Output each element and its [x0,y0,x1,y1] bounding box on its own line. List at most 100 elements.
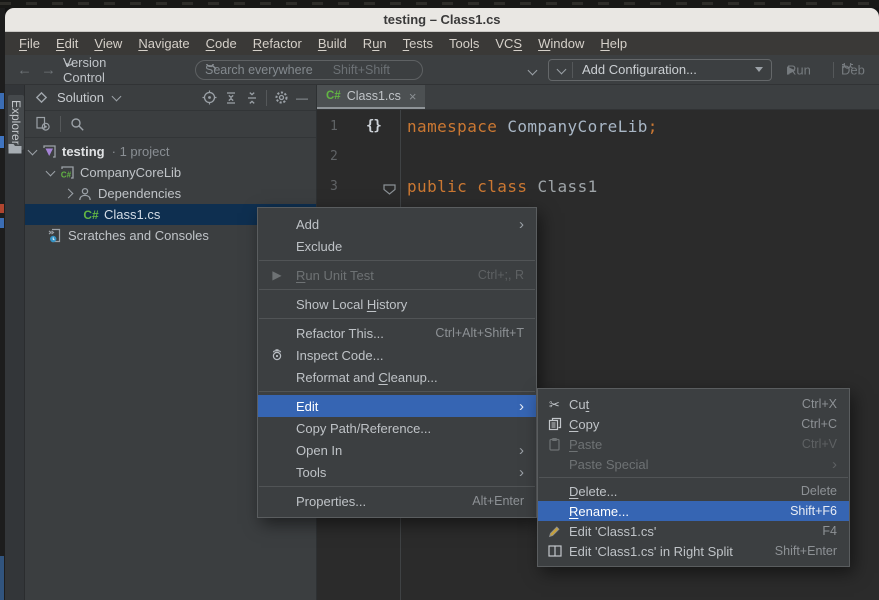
select-opened-file-icon[interactable] [35,116,51,132]
context-menu-item-refactor-this[interactable]: Refactor This... Ctrl+Alt+Shift+T [258,322,536,344]
split-view-icon [547,545,562,557]
tool-window-strip: Explorer [5,85,25,600]
search-shortcut: Shift+Shift [333,63,390,77]
submenu-arrow-icon: › [519,465,524,480]
paste-icon [547,437,562,451]
scissors-icon: ✂ [547,398,562,411]
context-menu: Add › Exclude ▶ Run Unit Test Ctrl+;, R … [257,207,537,518]
menu-help[interactable]: Help [592,34,635,53]
locate-target-icon[interactable] [202,90,217,105]
menu-view[interactable]: View [86,34,130,53]
scope-selector[interactable]: Solution [57,90,104,105]
divider [60,116,61,132]
edit-submenu: ✂ Cut Ctrl+X Copy Ctrl+C Paste Ctrl+V Pa… [537,388,850,567]
tab-class1[interactable]: C# Class1.cs × [317,85,425,109]
menu-separator [259,391,535,392]
desktop-mark [0,556,4,600]
submenu-item-copy[interactable]: Copy Ctrl+C [538,414,849,434]
menu-window[interactable]: Window [530,34,592,53]
code-line: 2 [317,141,879,171]
menu-build[interactable]: Build [310,34,355,53]
context-menu-item-edit[interactable]: Edit › [258,395,536,417]
dependencies-icon [77,187,93,201]
submenu-item-edit-class1-right-split[interactable]: Edit 'Class1.cs' in Right Split Shift+En… [538,541,849,561]
csharp-file-icon: C# [83,208,99,222]
menubar: File Edit View Navigate Code Refactor Bu… [5,32,879,55]
forward-icon[interactable]: → [41,61,56,78]
folder-icon[interactable] [7,141,23,155]
context-menu-item-run-unit-test[interactable]: ▶ Run Unit Test Ctrl+;, R [258,264,536,286]
context-menu-item-show-local-history[interactable]: Show Local History [258,293,536,315]
inspect-code-icon [268,348,286,362]
context-menu-item-reformat-and-cleanup[interactable]: Reformat and Cleanup... [258,366,536,388]
search-placeholder: Search everywhere [205,63,313,77]
desktop-mark [0,93,4,109]
menu-separator [259,486,535,487]
scope-chevron-icon[interactable] [112,91,122,101]
context-menu-item-add[interactable]: Add › [258,213,536,235]
fold-region-icon[interactable] [383,184,396,195]
tree-item-dependencies[interactable]: Dependencies [25,183,316,204]
svg-text:C#: C# [61,171,72,180]
context-menu-item-inspect-code[interactable]: Inspect Code... [258,344,536,366]
menu-separator [259,260,535,261]
context-menu-item-tools[interactable]: Tools › [258,461,536,483]
build-dropdown-chevron[interactable] [528,65,538,75]
config-chevron-icon [557,65,567,75]
search-icon [205,64,217,76]
menu-separator [259,289,535,290]
context-menu-item-properties[interactable]: Properties... Alt+Enter [258,490,536,512]
menu-tools[interactable]: Tools [441,34,487,53]
editor-tabbar: C# Class1.cs × [317,85,879,110]
submenu-item-paste-special[interactable]: Paste Special › [538,454,849,474]
submenu-arrow-icon: › [832,457,837,472]
menu-refactor[interactable]: Refactor [245,34,310,53]
solution-scope-icon [35,91,48,104]
submenu-arrow-icon: › [519,217,524,232]
desktop-mark [0,218,4,228]
menu-tests[interactable]: Tests [395,34,441,53]
submenu-item-edit-class1[interactable]: Edit 'Class1.cs' F4 [538,521,849,541]
copy-icon [547,417,562,431]
tree-item-companycorelib[interactable]: C# CompanyCoreLib [25,162,316,183]
chevron-right-icon[interactable] [64,189,74,199]
menu-code[interactable]: Code [198,34,245,53]
submenu-item-rename[interactable]: Rename... Shift+F6 [538,501,849,521]
build-hammer-icon[interactable] [505,62,521,78]
close-icon[interactable]: × [409,89,417,104]
back-icon[interactable]: ← [17,61,32,78]
menu-separator [259,318,535,319]
code-line: 1 {} namespace CompanyCoreLib; [317,111,879,141]
chevron-down-icon[interactable] [46,166,56,176]
gear-icon[interactable] [274,90,289,105]
menu-file[interactable]: File [11,34,48,53]
window-title: testing – Class1.cs [383,12,500,27]
expand-all-icon[interactable] [224,91,238,105]
context-menu-item-copy-path-reference[interactable]: Copy Path/Reference... [258,417,536,439]
submenu-arrow-icon: › [519,399,524,414]
braces-icon: {} [366,118,381,134]
submenu-item-paste[interactable]: Paste Ctrl+V [538,434,849,454]
titlebar: testing – Class1.cs [5,8,879,32]
panel-toolbar [25,111,316,138]
collapse-all-icon[interactable] [245,91,259,105]
menu-run[interactable]: Run [355,34,395,53]
pencil-icon [547,525,562,538]
solution-icon [41,144,57,159]
menu-vcs[interactable]: VCS [487,34,530,53]
submenu-item-delete[interactable]: Delete... Delete [538,481,849,501]
tree-item-testing[interactable]: testing · 1 project [25,141,316,162]
search-everywhere-box[interactable]: Search everywhere Shift+Shift [195,60,423,80]
context-menu-item-exclude[interactable]: Exclude [258,235,536,257]
menu-navigate[interactable]: Navigate [130,34,197,53]
hide-panel-icon[interactable]: — [296,91,308,105]
chevron-down-icon[interactable] [28,145,38,155]
context-menu-item-open-in[interactable]: Open In › [258,439,536,461]
divider [266,90,267,106]
code-line: 3 public class Class1 [317,171,879,201]
submenu-item-cut[interactable]: ✂ Cut Ctrl+X [538,394,849,414]
desktop-mark [0,136,4,148]
panel-search-icon[interactable] [70,117,85,132]
menu-edit[interactable]: Edit [48,34,86,53]
run-configuration-combo[interactable]: Add Configuration... [548,59,772,81]
